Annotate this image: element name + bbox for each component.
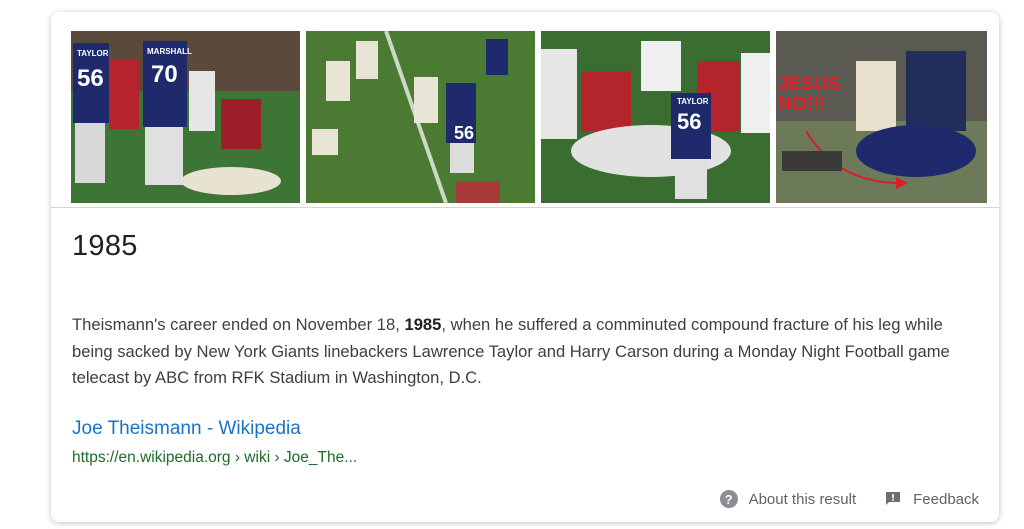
result-image-4[interactable]: JESUS NO!!!: [776, 31, 987, 203]
image-1-name-a: TAYLOR: [77, 49, 109, 58]
about-this-result-button[interactable]: ? About this result: [719, 490, 857, 508]
result-image-3[interactable]: TAYLOR 56: [541, 31, 770, 203]
feedback-label: Feedback: [913, 490, 979, 508]
snippet-highlight: 1985: [404, 315, 442, 334]
answer-title: 1985: [72, 230, 138, 262]
snippet-text: Theismann's career ended on November 18,…: [72, 312, 982, 392]
about-label: About this result: [748, 490, 857, 508]
source-link[interactable]: Joe Theismann - Wikipedia: [72, 418, 301, 440]
help-circle-icon: ?: [719, 490, 738, 508]
feedback-button[interactable]: Feedback: [884, 490, 979, 508]
source-url: https://en.wikipedia.org › wiki › Joe_Th…: [72, 449, 358, 466]
image-1-name-b: MARSHALL: [147, 47, 192, 56]
featured-snippet-card: 56 70 TAYLOR MARSHALL 56 TAYLOR 56 JESUS…: [51, 12, 999, 522]
snippet-before: Theismann's career ended on November 18,: [72, 315, 405, 334]
divider: [51, 207, 999, 208]
image-3-number: 56: [677, 109, 702, 134]
image-strip: 56 70 TAYLOR MARSHALL 56 TAYLOR 56 JESUS…: [71, 31, 987, 203]
feedback-icon: [886, 492, 901, 505]
image-4-overlay-text: JESUS NO!!!: [778, 74, 841, 115]
result-image-2[interactable]: 56: [306, 31, 535, 203]
image-3-name: TAYLOR: [677, 97, 709, 106]
image-1-number-b: 70: [151, 61, 178, 88]
image-1-number-a: 56: [77, 65, 104, 92]
result-image-1[interactable]: 56 70 TAYLOR MARSHALL: [71, 31, 300, 203]
image-2-number: 56: [454, 123, 475, 143]
result-footer: ? About this result Feedback: [719, 490, 979, 508]
